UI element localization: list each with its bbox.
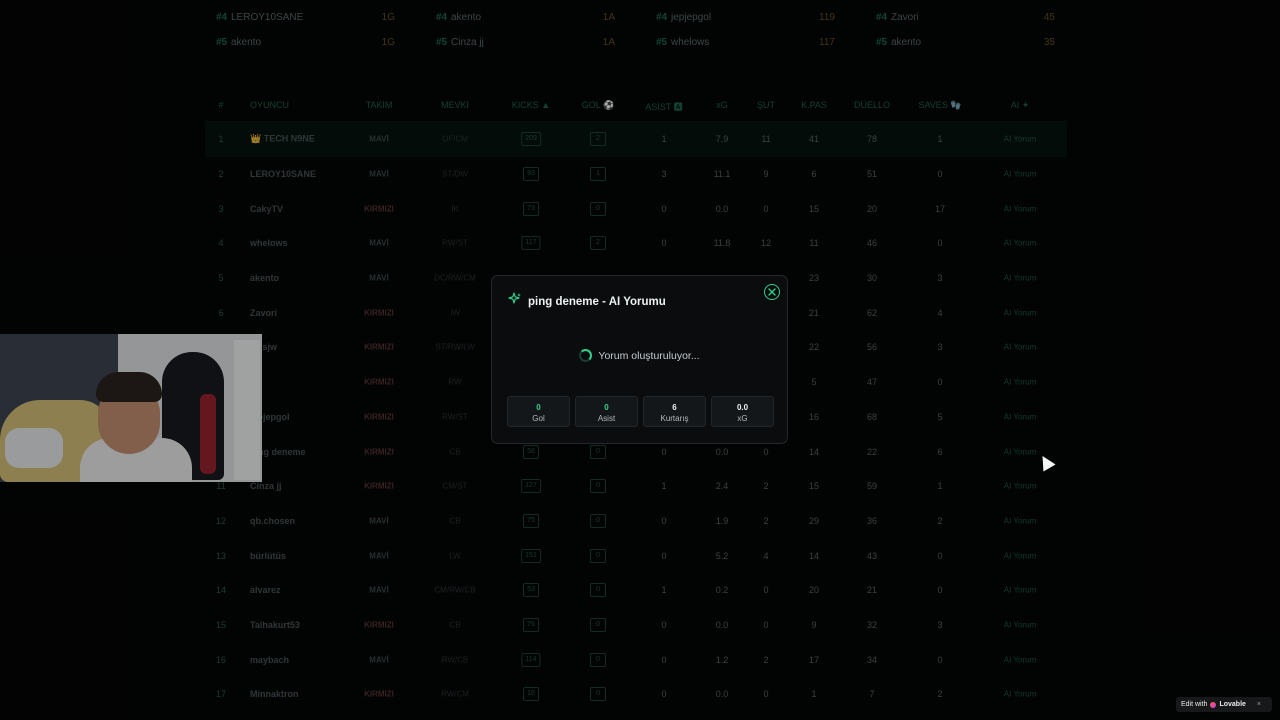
stat-label: xG: [737, 414, 748, 423]
badge-close-button[interactable]: ×: [1257, 701, 1261, 708]
stat-label: Gol: [532, 414, 545, 423]
spinner-icon: [579, 349, 593, 362]
modal-stats: 0 Gol 0 Asist 6 Kurtarış 0.0 xG: [507, 396, 774, 427]
stat-value: 0: [604, 403, 609, 412]
app-root: #4 LEROY10SANE 1G #5 akento 1G #4 akento 1A #5…: [0, 0, 1280, 720]
stat-card-goals: 0 Gol: [507, 396, 570, 427]
stat-card-xg: 0.0 xG: [711, 396, 774, 427]
close-icon: [768, 283, 776, 301]
stat-value: 0.0: [736, 403, 749, 412]
stat-label: Kurtarış: [660, 414, 689, 423]
loading-indicator: Yorum oluşturuluyor...: [492, 349, 787, 362]
loading-text: Yorum oluşturuluyor...: [598, 349, 700, 362]
stat-card-saves: 6 Kurtarış: [643, 396, 706, 427]
modal-header: ping deneme - AI Yorumu: [508, 292, 666, 311]
lovable-heart-icon: [1210, 701, 1217, 708]
sparkle-icon: [508, 292, 522, 311]
stat-label: Asist: [597, 414, 616, 423]
stat-value: 0: [536, 403, 541, 412]
modal-title: ping deneme - AI Yorumu: [528, 295, 666, 308]
stat-card-assists: 0 Asist: [575, 396, 638, 427]
badge-prefix: Edit with: [1181, 701, 1208, 708]
ai-comment-modal: ping deneme - AI Yorumu Yorum oluşturulu…: [491, 275, 788, 444]
stat-value: 6: [672, 403, 677, 412]
badge-brand: Lovable: [1219, 701, 1246, 708]
close-button[interactable]: [764, 284, 780, 300]
edit-with-lovable-badge[interactable]: Edit with Lovable ×: [1176, 697, 1272, 712]
